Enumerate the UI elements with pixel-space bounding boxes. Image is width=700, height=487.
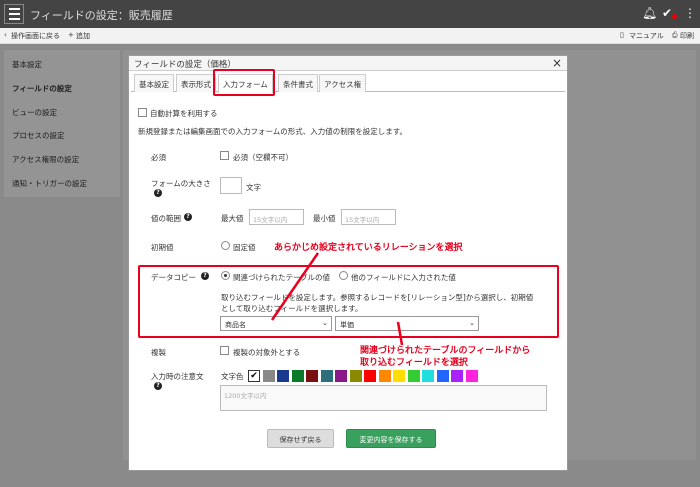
value-range-label: 値の範囲	[151, 214, 181, 223]
required-checkbox-label: 必須（空欄不可）	[233, 153, 293, 162]
manual-link[interactable]: マニュアル	[629, 31, 664, 41]
hamburger-menu-icon[interactable]	[4, 4, 24, 24]
color-swatch[interactable]	[277, 370, 289, 382]
dialog-tabs: 基本設定 表示形式 入力フォーム 条件書式 アクセス権	[131, 74, 565, 93]
app-header: フィールドの設定：販売履歴 🔔︎ ✔ ⋮	[0, 0, 700, 28]
print-icon[interactable]: ⎙	[672, 31, 678, 40]
tab-conditional-format[interactable]: 条件書式	[278, 74, 318, 92]
data-copy-desc-line2: として取り込むフィールドを選択します。	[221, 304, 363, 313]
dialog-header: フィールドの設定（価格） ×	[129, 56, 567, 71]
chevron-down-icon: ⌄	[322, 319, 328, 327]
other-field-radio[interactable]	[339, 271, 348, 280]
help-icon[interactable]: ?	[154, 189, 162, 197]
print-link[interactable]: 印刷	[680, 31, 694, 41]
tab-highlight-box	[213, 69, 275, 96]
color-swatch[interactable]	[378, 370, 391, 382]
other-field-label: 他のフィールドに入力された値	[351, 273, 456, 282]
color-swatch[interactable]	[393, 370, 405, 382]
field-select-value: 単価	[340, 321, 354, 329]
input-note-label: 入力時の注意文	[151, 372, 204, 381]
color-swatch[interactable]	[407, 370, 420, 382]
form-size-unit: 文字	[246, 183, 261, 192]
save-button[interactable]: 変更内容を保存する	[346, 429, 436, 448]
auto-calc-label: 自動計算を利用する	[150, 109, 218, 118]
color-swatch[interactable]	[291, 370, 304, 382]
tab-display-format[interactable]: 表示形式	[176, 74, 216, 92]
chevron-down-icon: ⌄	[469, 319, 475, 327]
bell-icon[interactable]: 🔔︎	[642, 6, 657, 20]
related-table-label: 関連づけられたテーブルの値	[233, 273, 331, 282]
add-link[interactable]: 追加	[76, 31, 90, 41]
tab-basic[interactable]: 基本設定	[134, 74, 174, 92]
color-swatch[interactable]: ✔	[248, 370, 260, 382]
color-swatch[interactable]	[320, 370, 333, 382]
form-size-label: フォームの大きさ	[151, 179, 211, 188]
fixed-value-radio[interactable]	[221, 241, 230, 250]
fixed-value-label: 固定値	[233, 243, 256, 252]
back-chevron-icon[interactable]: ‹	[4, 31, 7, 39]
duplicate-checkbox[interactable]	[220, 346, 229, 355]
required-label: 必須	[151, 153, 166, 162]
color-swatch[interactable]	[349, 370, 362, 382]
min-value-input[interactable]: 15文字以内	[341, 209, 396, 225]
relation-select[interactable]: 商品名 ⌄	[220, 316, 332, 331]
text-color-label: 文字色	[221, 372, 244, 381]
color-swatch[interactable]	[422, 370, 434, 382]
color-swatch[interactable]	[451, 370, 463, 382]
app-title: フィールドの設定：販売履歴	[30, 9, 173, 22]
relation-select-value: 商品名	[225, 321, 246, 329]
close-icon[interactable]: ×	[552, 56, 562, 70]
add-icon[interactable]: +	[68, 31, 74, 39]
color-swatch[interactable]	[335, 370, 347, 382]
color-swatch[interactable]	[262, 370, 275, 382]
manual-icon[interactable]: ▯	[620, 31, 624, 39]
duplicate-label: 複製	[151, 348, 166, 357]
field-annotation-line2: 取り込むフィールドを選択	[360, 358, 468, 368]
help-icon[interactable]: ?	[184, 213, 192, 221]
more-vertical-icon[interactable]: ⋮	[684, 6, 696, 20]
tab-access[interactable]: アクセス権	[319, 74, 367, 92]
color-swatch[interactable]	[465, 370, 478, 382]
form-size-input[interactable]	[220, 177, 242, 194]
cancel-button[interactable]: 保存せず戻る	[267, 429, 334, 448]
color-swatch[interactable]	[306, 370, 318, 382]
data-copy-label: データコピー	[151, 273, 196, 282]
help-icon[interactable]: ?	[201, 272, 209, 280]
relation-annotation: あらかじめ設定されているリレーションを選択	[274, 243, 463, 253]
input-note-textarea[interactable]: 1200文字以内	[220, 385, 547, 411]
back-link[interactable]: 操作画面に戻る	[11, 31, 60, 41]
help-icon[interactable]: ?	[154, 382, 162, 390]
max-value-input[interactable]: 15文字以内	[249, 209, 304, 225]
field-settings-dialog: フィールドの設定（価格） × 基本設定 表示形式 入力フォーム 条件書式 アクセ…	[128, 55, 568, 471]
form-description: 新規登録または編集画面での入力フォームの形式、入力値の制限を設定します。	[138, 127, 408, 136]
field-select[interactable]: 単価 ⌄	[335, 316, 479, 331]
data-copy-desc-line1: 取り込むフィールドを設定します。参照するレコードを[リレーション型]から選択し、…	[221, 293, 534, 302]
check-icon[interactable]: ✔	[662, 6, 672, 20]
notification-dot	[672, 14, 677, 19]
sub-toolbar: ‹ 操作画面に戻る + 追加 ▯ マニュアル ⎙ 印刷	[0, 28, 700, 44]
related-table-radio[interactable]	[221, 271, 230, 280]
color-swatch[interactable]	[364, 370, 376, 382]
min-value-label: 最小値	[313, 214, 336, 223]
max-value-label: 最大値	[221, 214, 244, 223]
auto-calc-checkbox[interactable]	[138, 108, 147, 117]
initial-value-label: 初期値	[151, 243, 174, 252]
duplicate-checkbox-label: 複製の対象外とする	[233, 348, 301, 357]
color-swatch[interactable]	[436, 370, 449, 382]
required-checkbox[interactable]	[220, 151, 229, 160]
